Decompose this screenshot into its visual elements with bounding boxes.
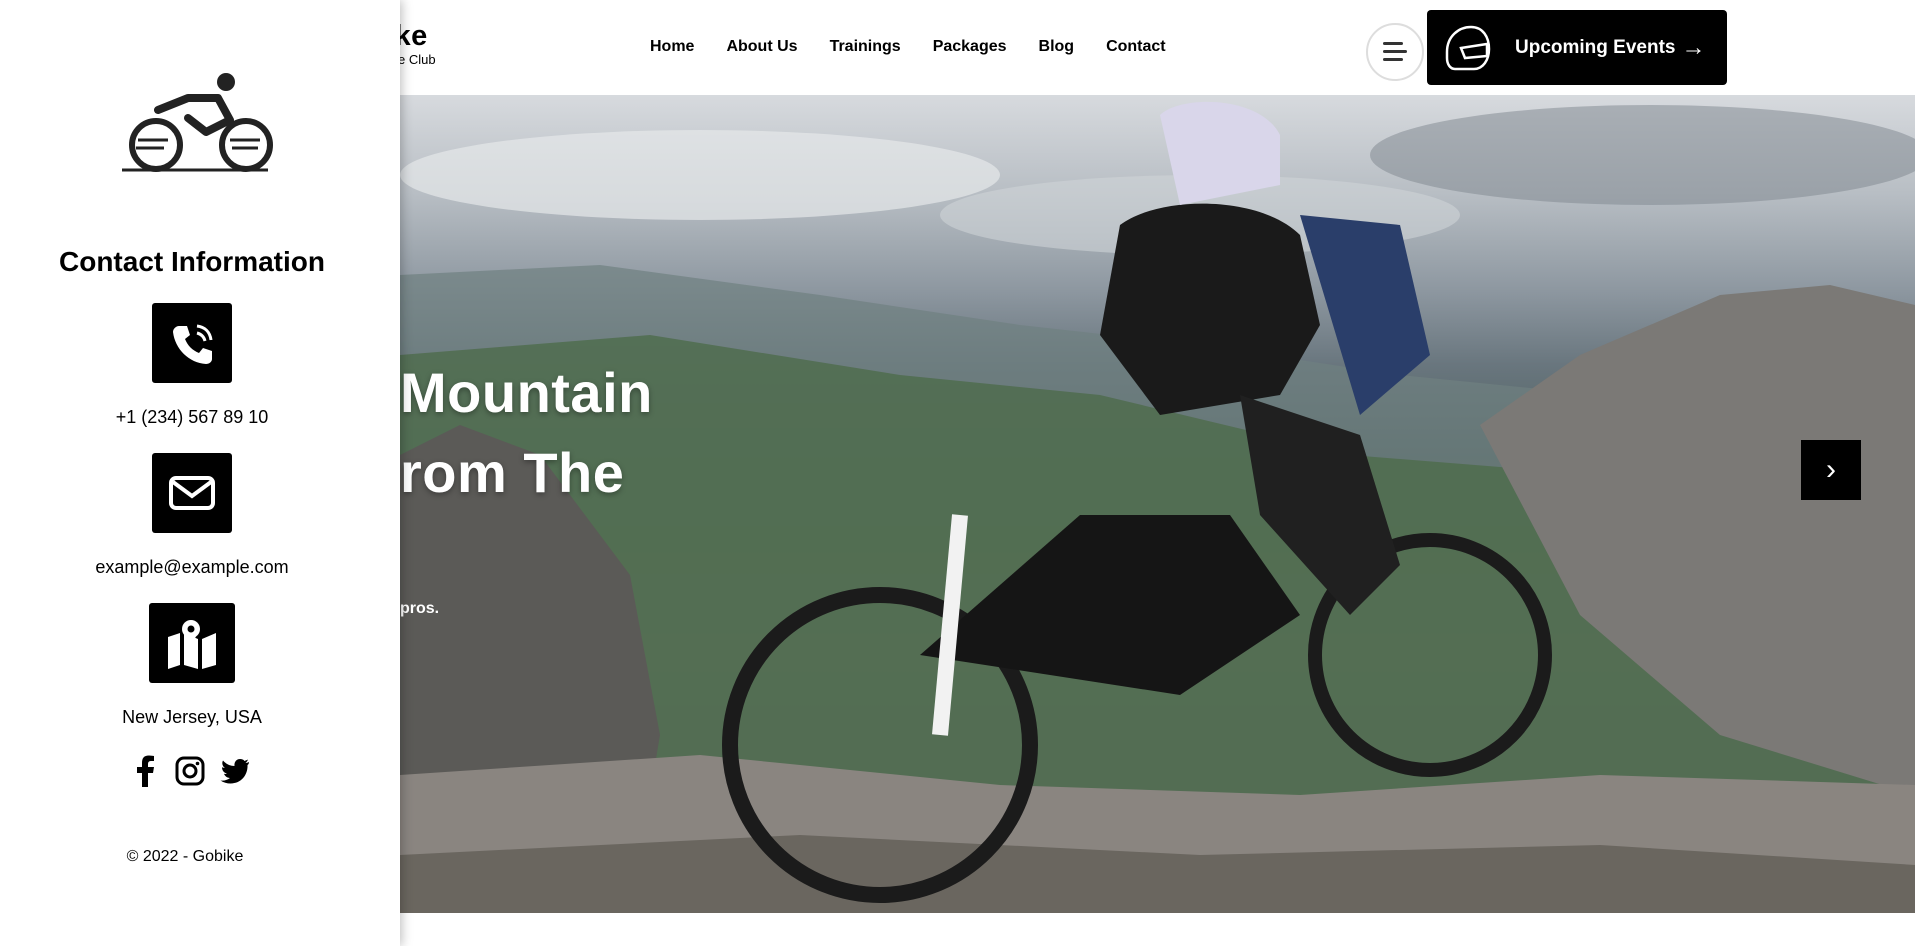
upcoming-events-button[interactable]: Upcoming Events → xyxy=(1427,10,1727,85)
social-links xyxy=(130,755,250,787)
instagram-icon[interactable] xyxy=(174,755,206,787)
slider-next-button[interactable]: › xyxy=(1801,440,1861,500)
bike-logo-icon xyxy=(122,73,273,172)
helmet-icon xyxy=(1445,25,1491,70)
map-icon xyxy=(168,620,216,669)
nav-about-us[interactable]: About Us xyxy=(726,38,797,56)
nav-trainings[interactable]: Trainings xyxy=(830,38,901,56)
hero-subtitle: pros. xyxy=(400,600,440,617)
hero-title: Mountain rom The xyxy=(400,361,653,504)
logo-subtitle: e Club xyxy=(398,52,436,67)
twitter-icon[interactable] xyxy=(218,755,250,787)
contact-sidebar: Contact Information +1 (234) 567 89 10 e… xyxy=(0,0,400,946)
nav-blog[interactable]: Blog xyxy=(1039,38,1075,56)
facebook-icon[interactable] xyxy=(130,755,162,787)
map-icon-box[interactable] xyxy=(149,603,235,683)
phone-icon-box[interactable] xyxy=(152,303,232,383)
nav-home[interactable]: Home xyxy=(650,38,694,56)
upcoming-events-label: Upcoming Events xyxy=(1515,36,1676,58)
email-address[interactable]: example@example.com xyxy=(0,557,384,578)
mail-icon xyxy=(169,476,215,510)
menu-button[interactable] xyxy=(1366,23,1424,81)
phone-number[interactable]: +1 (234) 567 89 10 xyxy=(0,407,384,428)
location: New Jersey, USA xyxy=(122,707,262,727)
phone-icon xyxy=(173,324,213,364)
chevron-right-icon: › xyxy=(1826,453,1836,486)
mail-icon-box[interactable] xyxy=(152,453,232,533)
nav-packages[interactable]: Packages xyxy=(933,38,1007,56)
hero-slider: Mountain rom The pros. › xyxy=(400,95,1915,913)
arrow-right-icon: → xyxy=(1681,33,1706,61)
copyright: © 2022 - Gobike xyxy=(126,848,244,865)
nav-contact[interactable]: Contact xyxy=(1106,38,1166,56)
main-nav: Home About Us Trainings Packages Blog Co… xyxy=(650,38,1166,56)
contact-title: Contact Information xyxy=(59,246,325,277)
